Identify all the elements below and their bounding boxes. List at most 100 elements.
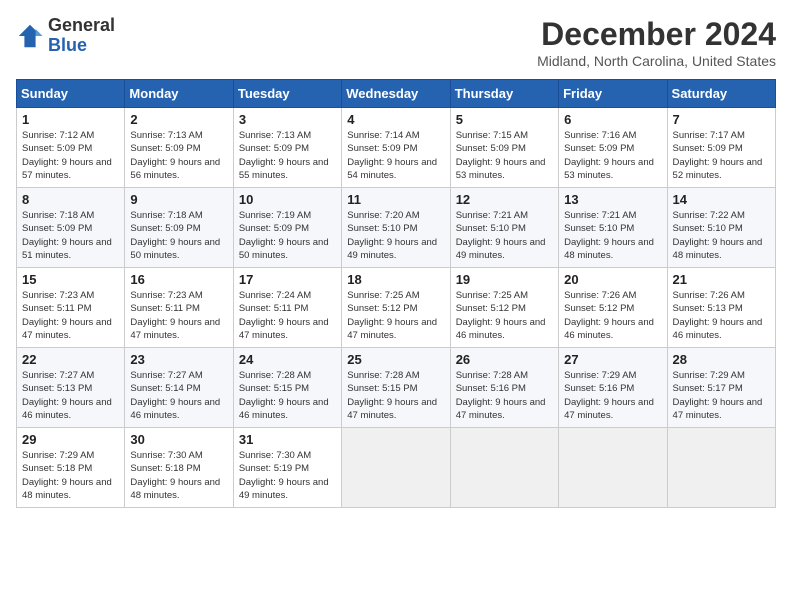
day-number: 20 <box>564 272 661 287</box>
header-row: SundayMondayTuesdayWednesdayThursdayFrid… <box>17 80 776 108</box>
day-number: 24 <box>239 352 336 367</box>
calendar-cell: 10 Sunrise: 7:19 AM Sunset: 5:09 PM Dayl… <box>233 188 341 268</box>
logo-line1: General <box>48 16 115 36</box>
calendar-cell: 24 Sunrise: 7:28 AM Sunset: 5:15 PM Dayl… <box>233 348 341 428</box>
day-info: Sunrise: 7:24 AM Sunset: 5:11 PM Dayligh… <box>239 289 336 342</box>
calendar-cell: 2 Sunrise: 7:13 AM Sunset: 5:09 PM Dayli… <box>125 108 233 188</box>
day-number: 2 <box>130 112 227 127</box>
calendar-body: 1 Sunrise: 7:12 AM Sunset: 5:09 PM Dayli… <box>17 108 776 508</box>
calendar-cell: 30 Sunrise: 7:30 AM Sunset: 5:18 PM Dayl… <box>125 428 233 508</box>
day-info: Sunrise: 7:26 AM Sunset: 5:12 PM Dayligh… <box>564 289 661 342</box>
day-info: Sunrise: 7:23 AM Sunset: 5:11 PM Dayligh… <box>22 289 119 342</box>
day-number: 26 <box>456 352 553 367</box>
day-info: Sunrise: 7:21 AM Sunset: 5:10 PM Dayligh… <box>564 209 661 262</box>
day-number: 28 <box>673 352 770 367</box>
day-number: 12 <box>456 192 553 207</box>
calendar-cell: 6 Sunrise: 7:16 AM Sunset: 5:09 PM Dayli… <box>559 108 667 188</box>
day-number: 1 <box>22 112 119 127</box>
day-info: Sunrise: 7:22 AM Sunset: 5:10 PM Dayligh… <box>673 209 770 262</box>
header-day-wednesday: Wednesday <box>342 80 450 108</box>
calendar-cell <box>450 428 558 508</box>
week-row-4: 22 Sunrise: 7:27 AM Sunset: 5:13 PM Dayl… <box>17 348 776 428</box>
week-row-3: 15 Sunrise: 7:23 AM Sunset: 5:11 PM Dayl… <box>17 268 776 348</box>
day-number: 23 <box>130 352 227 367</box>
header-day-friday: Friday <box>559 80 667 108</box>
calendar-cell: 23 Sunrise: 7:27 AM Sunset: 5:14 PM Dayl… <box>125 348 233 428</box>
day-info: Sunrise: 7:23 AM Sunset: 5:11 PM Dayligh… <box>130 289 227 342</box>
day-number: 11 <box>347 192 444 207</box>
calendar-cell: 28 Sunrise: 7:29 AM Sunset: 5:17 PM Dayl… <box>667 348 775 428</box>
day-info: Sunrise: 7:13 AM Sunset: 5:09 PM Dayligh… <box>130 129 227 182</box>
day-number: 21 <box>673 272 770 287</box>
day-number: 5 <box>456 112 553 127</box>
day-number: 27 <box>564 352 661 367</box>
calendar-cell: 25 Sunrise: 7:28 AM Sunset: 5:15 PM Dayl… <box>342 348 450 428</box>
day-info: Sunrise: 7:29 AM Sunset: 5:18 PM Dayligh… <box>22 449 119 502</box>
day-info: Sunrise: 7:28 AM Sunset: 5:16 PM Dayligh… <box>456 369 553 422</box>
day-number: 19 <box>456 272 553 287</box>
day-number: 10 <box>239 192 336 207</box>
week-row-1: 1 Sunrise: 7:12 AM Sunset: 5:09 PM Dayli… <box>17 108 776 188</box>
logo-icon <box>16 22 44 50</box>
calendar-cell: 22 Sunrise: 7:27 AM Sunset: 5:13 PM Dayl… <box>17 348 125 428</box>
logo: General Blue <box>16 16 115 56</box>
calendar-cell: 4 Sunrise: 7:14 AM Sunset: 5:09 PM Dayli… <box>342 108 450 188</box>
calendar-cell <box>667 428 775 508</box>
calendar-cell: 12 Sunrise: 7:21 AM Sunset: 5:10 PM Dayl… <box>450 188 558 268</box>
calendar-cell: 31 Sunrise: 7:30 AM Sunset: 5:19 PM Dayl… <box>233 428 341 508</box>
header-day-saturday: Saturday <box>667 80 775 108</box>
header-day-thursday: Thursday <box>450 80 558 108</box>
day-info: Sunrise: 7:17 AM Sunset: 5:09 PM Dayligh… <box>673 129 770 182</box>
calendar-cell: 19 Sunrise: 7:25 AM Sunset: 5:12 PM Dayl… <box>450 268 558 348</box>
day-number: 9 <box>130 192 227 207</box>
header-day-monday: Monday <box>125 80 233 108</box>
day-number: 6 <box>564 112 661 127</box>
day-number: 4 <box>347 112 444 127</box>
day-info: Sunrise: 7:13 AM Sunset: 5:09 PM Dayligh… <box>239 129 336 182</box>
calendar-header: SundayMondayTuesdayWednesdayThursdayFrid… <box>17 80 776 108</box>
day-number: 17 <box>239 272 336 287</box>
header-day-tuesday: Tuesday <box>233 80 341 108</box>
month-year: December 2024 <box>537 16 776 53</box>
day-info: Sunrise: 7:18 AM Sunset: 5:09 PM Dayligh… <box>130 209 227 262</box>
calendar-table: SundayMondayTuesdayWednesdayThursdayFrid… <box>16 79 776 508</box>
day-info: Sunrise: 7:19 AM Sunset: 5:09 PM Dayligh… <box>239 209 336 262</box>
calendar-cell: 27 Sunrise: 7:29 AM Sunset: 5:16 PM Dayl… <box>559 348 667 428</box>
day-info: Sunrise: 7:28 AM Sunset: 5:15 PM Dayligh… <box>239 369 336 422</box>
location: Midland, North Carolina, United States <box>537 53 776 69</box>
calendar-cell: 5 Sunrise: 7:15 AM Sunset: 5:09 PM Dayli… <box>450 108 558 188</box>
day-info: Sunrise: 7:29 AM Sunset: 5:16 PM Dayligh… <box>564 369 661 422</box>
calendar-cell: 15 Sunrise: 7:23 AM Sunset: 5:11 PM Dayl… <box>17 268 125 348</box>
day-info: Sunrise: 7:20 AM Sunset: 5:10 PM Dayligh… <box>347 209 444 262</box>
calendar-cell: 7 Sunrise: 7:17 AM Sunset: 5:09 PM Dayli… <box>667 108 775 188</box>
day-info: Sunrise: 7:14 AM Sunset: 5:09 PM Dayligh… <box>347 129 444 182</box>
day-number: 3 <box>239 112 336 127</box>
week-row-2: 8 Sunrise: 7:18 AM Sunset: 5:09 PM Dayli… <box>17 188 776 268</box>
day-info: Sunrise: 7:25 AM Sunset: 5:12 PM Dayligh… <box>456 289 553 342</box>
calendar-cell: 29 Sunrise: 7:29 AM Sunset: 5:18 PM Dayl… <box>17 428 125 508</box>
day-info: Sunrise: 7:18 AM Sunset: 5:09 PM Dayligh… <box>22 209 119 262</box>
day-number: 25 <box>347 352 444 367</box>
calendar-cell: 20 Sunrise: 7:26 AM Sunset: 5:12 PM Dayl… <box>559 268 667 348</box>
day-number: 31 <box>239 432 336 447</box>
calendar-cell: 8 Sunrise: 7:18 AM Sunset: 5:09 PM Dayli… <box>17 188 125 268</box>
day-number: 16 <box>130 272 227 287</box>
calendar-cell: 9 Sunrise: 7:18 AM Sunset: 5:09 PM Dayli… <box>125 188 233 268</box>
day-info: Sunrise: 7:12 AM Sunset: 5:09 PM Dayligh… <box>22 129 119 182</box>
day-number: 14 <box>673 192 770 207</box>
calendar-cell: 14 Sunrise: 7:22 AM Sunset: 5:10 PM Dayl… <box>667 188 775 268</box>
day-info: Sunrise: 7:27 AM Sunset: 5:13 PM Dayligh… <box>22 369 119 422</box>
day-info: Sunrise: 7:15 AM Sunset: 5:09 PM Dayligh… <box>456 129 553 182</box>
day-info: Sunrise: 7:30 AM Sunset: 5:18 PM Dayligh… <box>130 449 227 502</box>
header-day-sunday: Sunday <box>17 80 125 108</box>
calendar-cell: 16 Sunrise: 7:23 AM Sunset: 5:11 PM Dayl… <box>125 268 233 348</box>
day-info: Sunrise: 7:21 AM Sunset: 5:10 PM Dayligh… <box>456 209 553 262</box>
day-info: Sunrise: 7:26 AM Sunset: 5:13 PM Dayligh… <box>673 289 770 342</box>
day-number: 29 <box>22 432 119 447</box>
day-number: 30 <box>130 432 227 447</box>
logo-line2: Blue <box>48 36 115 56</box>
day-number: 22 <box>22 352 119 367</box>
calendar-cell: 26 Sunrise: 7:28 AM Sunset: 5:16 PM Dayl… <box>450 348 558 428</box>
day-info: Sunrise: 7:29 AM Sunset: 5:17 PM Dayligh… <box>673 369 770 422</box>
day-number: 13 <box>564 192 661 207</box>
